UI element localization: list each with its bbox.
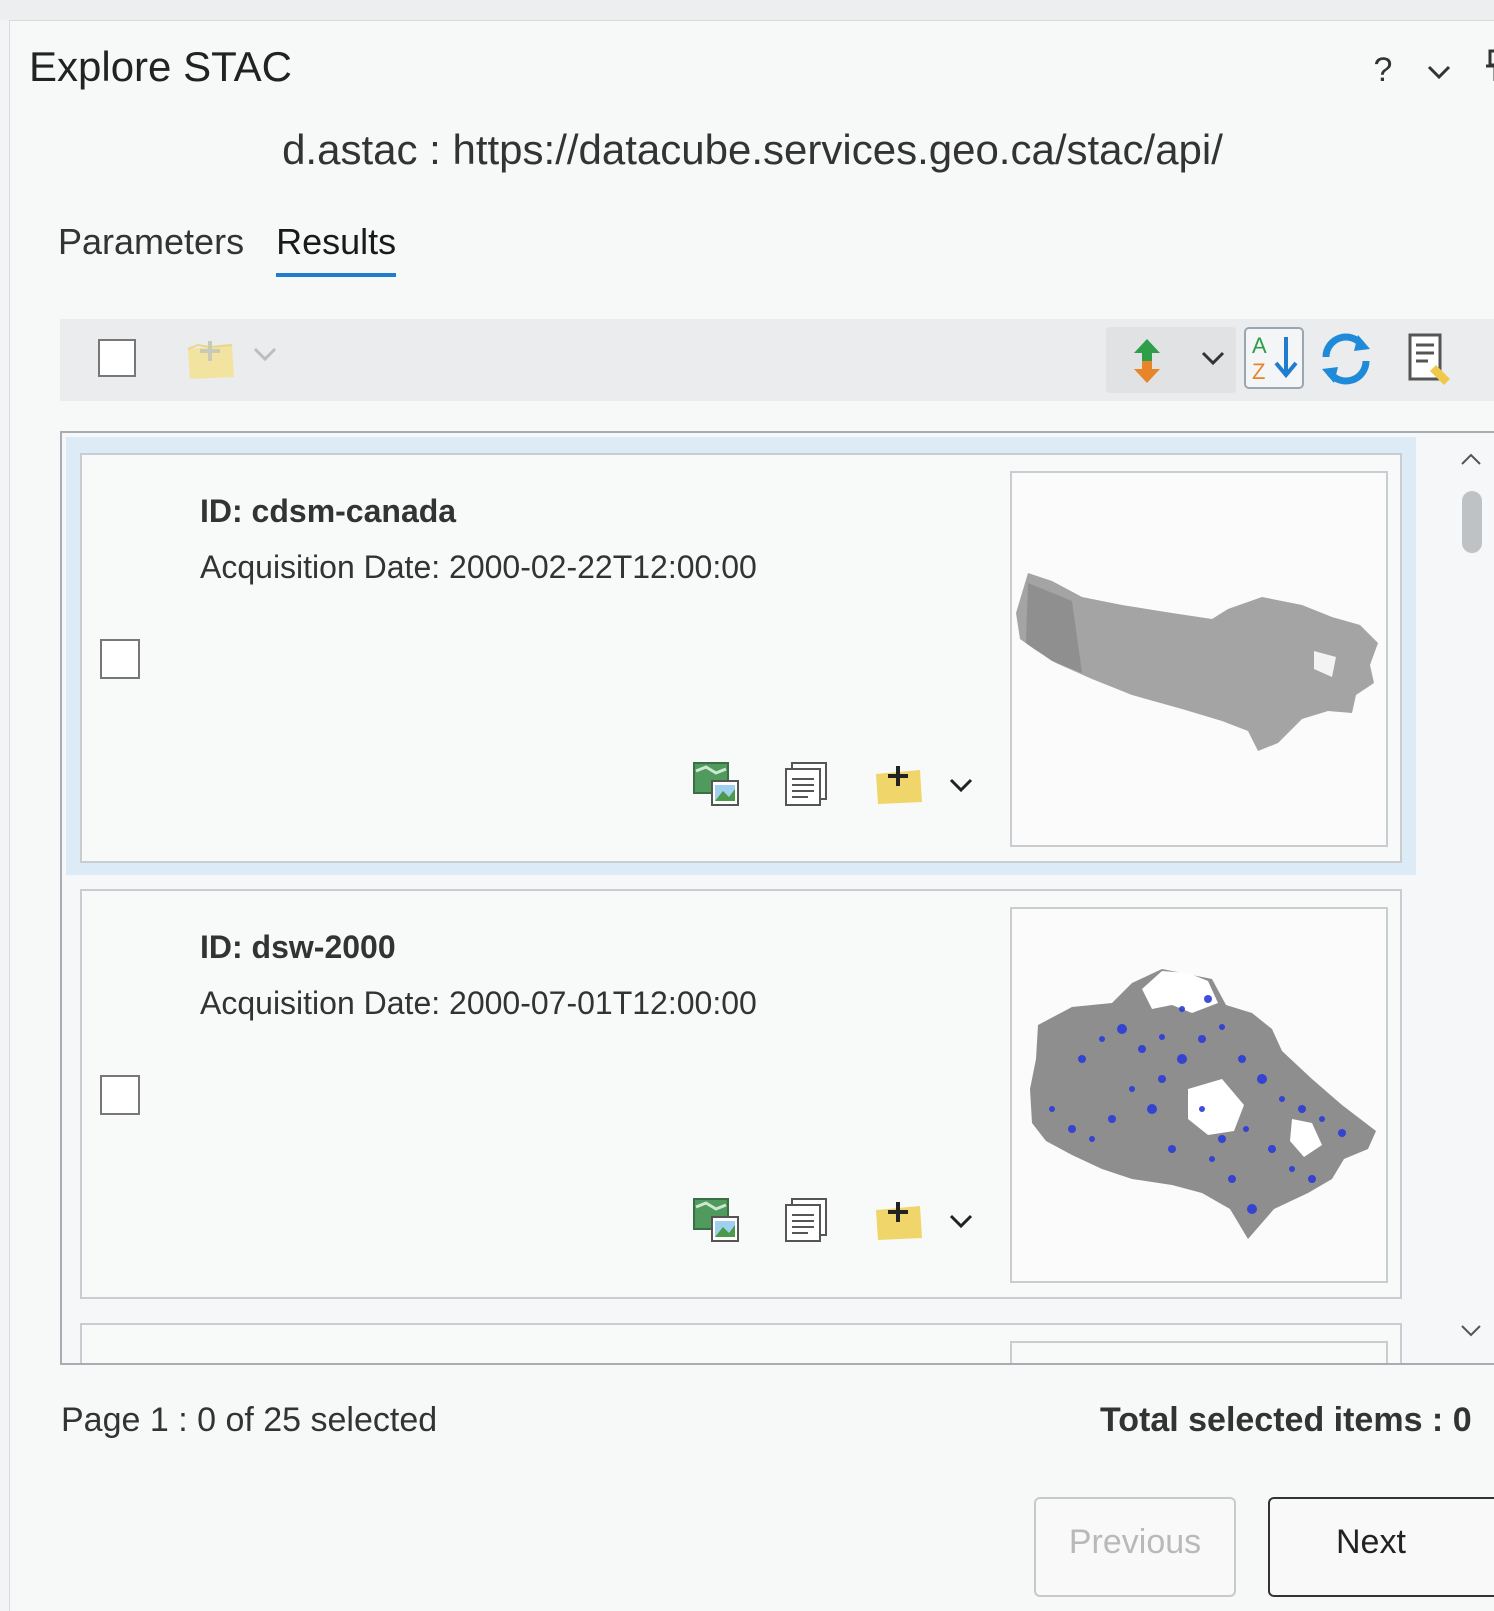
result-card[interactable]: ID: cdsm-canada Acquisition Date: 2000-0…	[80, 453, 1402, 863]
tab-parameters[interactable]: Parameters	[58, 221, 244, 277]
result-card-wrapper: ID: dsw-2000 Acquisition Date: 2000-07-0…	[66, 873, 1416, 1311]
result-card[interactable]: ID: dsw-2000 Acquisition Date: 2000-07-0…	[80, 889, 1402, 1299]
results-scrollbar[interactable]	[1438, 433, 1494, 1363]
svg-text:A: A	[1252, 333, 1267, 358]
tab-results[interactable]: Results	[276, 221, 397, 277]
add-dropdown-chevron-icon[interactable]	[948, 1209, 974, 1237]
result-id: ID: dsw-2000	[200, 929, 396, 965]
properties-icon[interactable]	[1406, 331, 1452, 392]
result-acquisition-date: Acquisition Date: 2000-07-01T12:00:00	[200, 985, 757, 1021]
help-icon[interactable]: ?	[1368, 51, 1398, 90]
chevron-down-icon[interactable]	[1424, 51, 1454, 90]
details-icon[interactable]	[784, 761, 830, 812]
refresh-icon[interactable]	[1318, 331, 1374, 392]
add-to-map-icon[interactable]	[186, 337, 236, 386]
next-button[interactable]: Next	[1268, 1497, 1494, 1597]
stac-source-url: d.astac : https://datacube.services.geo.…	[282, 126, 1223, 173]
preview-icon[interactable]	[692, 761, 740, 812]
chevron-down-icon	[1200, 343, 1226, 374]
result-id: ID: cdsm-canada	[200, 493, 457, 529]
sort-az-icon[interactable]: A Z	[1244, 327, 1304, 389]
add-dropdown-chevron-icon[interactable]	[948, 773, 974, 801]
previous-button[interactable]: Previous	[1034, 1497, 1236, 1597]
pane-header-controls: ?	[1368, 49, 1494, 92]
top-strip	[0, 0, 1494, 20]
result-thumbnail	[1010, 1341, 1388, 1363]
page-selection-status: Page 1 : 0 of 25 selected	[61, 1401, 438, 1439]
tab-bar: Parameters Results	[58, 221, 397, 277]
result-card[interactable]	[80, 1323, 1402, 1363]
total-selected-items: Total selected items : 0	[1100, 1401, 1472, 1439]
results-toolbar: A Z	[60, 319, 1494, 401]
result-actions	[692, 1197, 974, 1248]
result-thumbnail	[1010, 471, 1388, 847]
details-icon[interactable]	[784, 1197, 830, 1248]
add-dropdown-chevron-icon[interactable]	[252, 339, 278, 370]
result-checkbox[interactable]	[100, 639, 140, 679]
add-to-map-icon[interactable]	[874, 762, 924, 811]
scroll-down-icon[interactable]	[1460, 1317, 1482, 1345]
select-all-checkbox[interactable]	[98, 339, 136, 377]
result-actions	[692, 761, 974, 812]
pin-icon[interactable]	[1480, 49, 1494, 92]
scroll-up-icon[interactable]	[1460, 445, 1482, 473]
svg-text:Z: Z	[1252, 359, 1265, 384]
sort-dropdown[interactable]	[1106, 327, 1236, 393]
result-acquisition-date: Acquisition Date: 2000-02-22T12:00:00	[200, 549, 757, 585]
result-checkbox[interactable]	[100, 1075, 140, 1115]
preview-icon[interactable]	[692, 1197, 740, 1248]
results-list[interactable]: ID: cdsm-canada Acquisition Date: 2000-0…	[60, 431, 1494, 1365]
result-card-selected-highlight: ID: cdsm-canada Acquisition Date: 2000-0…	[66, 437, 1416, 875]
pane-title: Explore STAC	[29, 43, 292, 90]
scrollbar-thumb[interactable]	[1462, 491, 1482, 553]
result-thumbnail	[1010, 907, 1388, 1283]
add-to-map-icon[interactable]	[874, 1198, 924, 1247]
explore-stac-pane: Explore STAC ? d.astac : https://datacub…	[9, 20, 1494, 1611]
sort-icon	[1130, 337, 1164, 390]
